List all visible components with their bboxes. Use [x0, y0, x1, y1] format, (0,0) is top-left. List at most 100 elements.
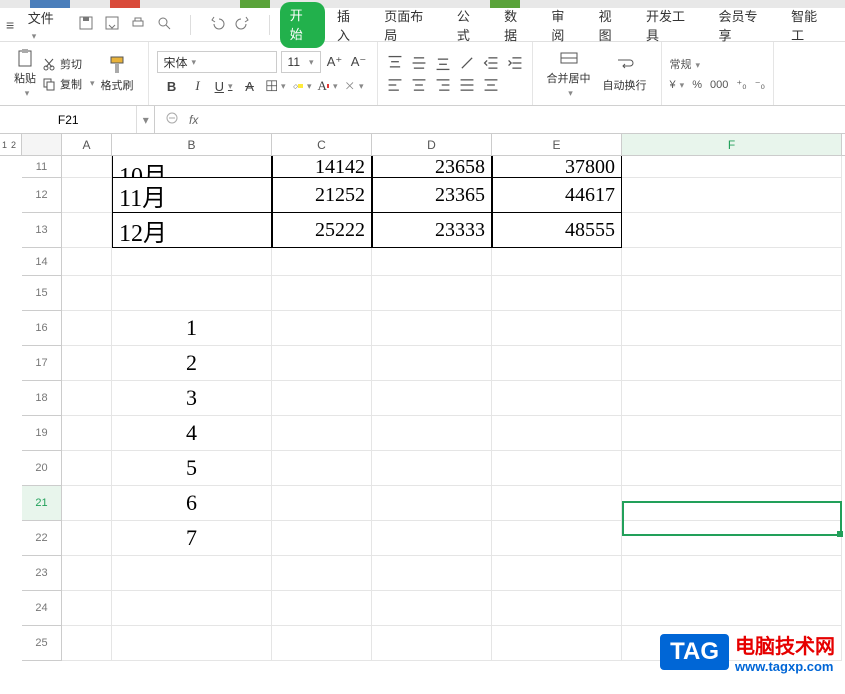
cell[interactable] [112, 276, 272, 311]
cell[interactable]: 5 [112, 451, 272, 486]
cell[interactable] [492, 311, 622, 346]
cell[interactable] [492, 416, 622, 451]
cell[interactable] [372, 248, 492, 276]
align-center-icon[interactable] [410, 77, 428, 93]
strike-button[interactable]: A [240, 76, 260, 96]
row-head[interactable]: 13 [22, 213, 62, 248]
tab-layout[interactable]: 页面布局 [374, 2, 445, 48]
cell[interactable] [62, 486, 112, 521]
row-head[interactable]: 14 [22, 248, 62, 276]
file-menu[interactable]: 文件 [24, 8, 66, 42]
cell[interactable]: 4 [112, 416, 272, 451]
undo-icon[interactable] [209, 15, 225, 34]
row-head[interactable]: 24 [22, 591, 62, 626]
tab-dev[interactable]: 开发工具 [636, 2, 707, 48]
copy-button[interactable]: 复制 [42, 76, 95, 92]
save-as-icon[interactable] [104, 15, 120, 34]
cell[interactable]: 23333 [372, 213, 492, 248]
cell[interactable] [112, 591, 272, 626]
cell[interactable] [62, 416, 112, 451]
bold-button[interactable]: B [162, 76, 182, 96]
cell[interactable] [492, 486, 622, 521]
cell[interactable] [622, 311, 842, 346]
cell[interactable] [272, 591, 372, 626]
row-head[interactable]: 18 [22, 381, 62, 416]
col-head[interactable]: E [492, 134, 622, 155]
cell[interactable] [272, 626, 372, 661]
cell[interactable] [62, 311, 112, 346]
col-head[interactable]: A [62, 134, 112, 155]
doc-tab[interactable] [110, 0, 140, 8]
cell[interactable] [272, 276, 372, 311]
border-button[interactable] [266, 76, 286, 96]
doc-tab[interactable] [240, 0, 270, 8]
cell[interactable] [492, 556, 622, 591]
cell[interactable] [272, 451, 372, 486]
dec-inc-button[interactable]: ⁺₀ [736, 78, 746, 91]
cell[interactable]: 11月 [112, 178, 272, 213]
outline-levels[interactable]: 12 [0, 134, 22, 156]
row-head[interactable]: 23 [22, 556, 62, 591]
cell[interactable] [622, 556, 842, 591]
cell[interactable] [372, 556, 492, 591]
cell[interactable]: 44617 [492, 178, 622, 213]
cell[interactable] [492, 626, 622, 661]
cell[interactable] [372, 311, 492, 346]
cell[interactable] [622, 486, 842, 521]
cell[interactable] [372, 486, 492, 521]
cell[interactable] [372, 591, 492, 626]
comma-button[interactable]: 000 [710, 79, 728, 91]
cell[interactable] [62, 591, 112, 626]
cell[interactable] [622, 416, 842, 451]
cell[interactable] [62, 346, 112, 381]
cell[interactable] [62, 248, 112, 276]
row-head[interactable]: 17 [22, 346, 62, 381]
row-head[interactable]: 16 [22, 311, 62, 346]
wrap-text-button[interactable]: 自动换行 [597, 55, 653, 93]
cell[interactable]: 1 [112, 311, 272, 346]
cell[interactable] [622, 346, 842, 381]
cell[interactable]: 10月 [112, 156, 272, 178]
print-icon[interactable] [130, 15, 146, 34]
row-head[interactable]: 20 [22, 451, 62, 486]
font-color-button[interactable]: A [318, 76, 338, 96]
menu-icon[interactable] [6, 17, 20, 33]
percent-button[interactable]: % [692, 79, 702, 91]
cell[interactable] [272, 346, 372, 381]
cell[interactable] [622, 178, 842, 213]
row-head[interactable]: 15 [22, 276, 62, 311]
cell[interactable] [62, 521, 112, 556]
cell[interactable] [372, 381, 492, 416]
align-dist-icon[interactable] [482, 77, 500, 93]
indent-dec-icon[interactable] [482, 55, 500, 71]
cell[interactable] [62, 276, 112, 311]
fx-label[interactable]: fx [189, 113, 198, 127]
cell[interactable]: 3 [112, 381, 272, 416]
col-head[interactable]: F [622, 134, 842, 155]
cell[interactable] [112, 248, 272, 276]
cell[interactable] [372, 521, 492, 556]
cell[interactable] [62, 156, 112, 178]
col-head[interactable]: C [272, 134, 372, 155]
indent-inc-icon[interactable] [506, 55, 524, 71]
cell[interactable] [622, 521, 842, 556]
cell[interactable] [622, 213, 842, 248]
row-head[interactable]: 12 [22, 178, 62, 213]
merge-center-button[interactable]: 合并居中 [541, 48, 597, 99]
cell[interactable]: 48555 [492, 213, 622, 248]
align-middle-icon[interactable] [410, 55, 428, 71]
cell[interactable] [622, 276, 842, 311]
currency-button[interactable]: ¥ [670, 79, 685, 91]
cut-button[interactable]: 剪切 [42, 56, 95, 72]
cell[interactable] [622, 248, 842, 276]
tab-review[interactable]: 审阅 [541, 2, 586, 48]
redo-icon[interactable] [235, 15, 251, 34]
cell[interactable] [272, 486, 372, 521]
name-box[interactable] [0, 113, 136, 127]
row-head[interactable]: 22 [22, 521, 62, 556]
grow-font-icon[interactable]: A⁺ [325, 52, 345, 72]
align-justify-icon[interactable] [458, 77, 476, 93]
cell[interactable]: 23365 [372, 178, 492, 213]
cell[interactable] [62, 556, 112, 591]
row-head[interactable]: 21 [22, 486, 62, 521]
